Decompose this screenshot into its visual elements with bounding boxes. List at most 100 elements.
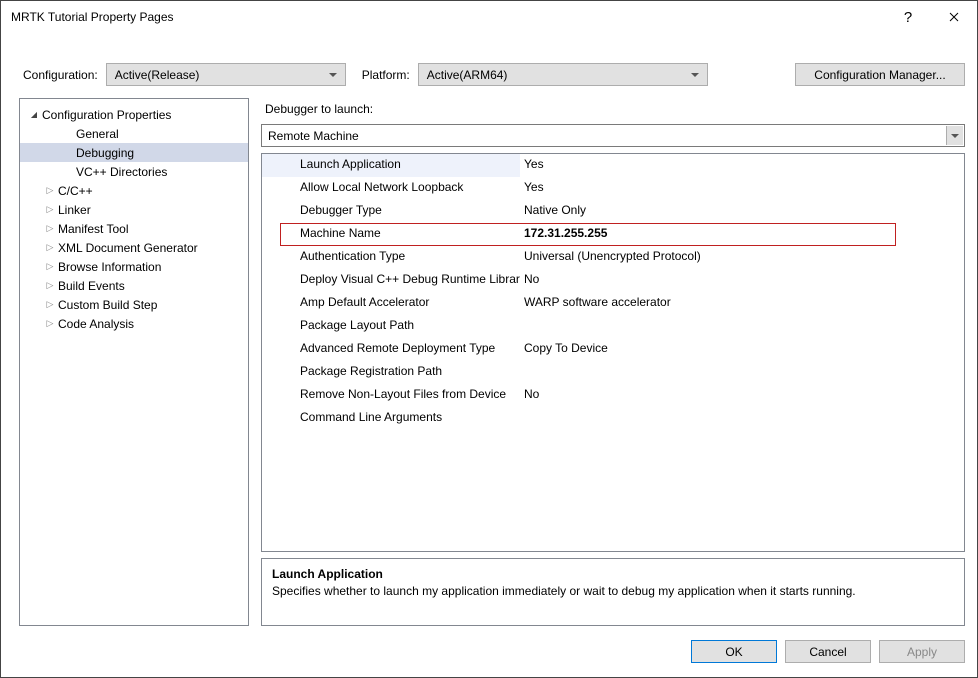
tree-item-label: Code Analysis — [58, 317, 134, 331]
property-row-command-line-arguments[interactable]: Command Line Arguments — [262, 407, 964, 430]
property-value[interactable]: Yes — [520, 154, 964, 177]
property-name: Amp Default Accelerator — [262, 292, 520, 315]
property-row-advanced-remote-deployment-type[interactable]: Advanced Remote Deployment TypeCopy To D… — [262, 338, 964, 361]
property-value[interactable] — [520, 361, 964, 384]
tree-item-label: Browse Information — [58, 260, 161, 274]
property-name: Advanced Remote Deployment Type — [262, 338, 520, 361]
cancel-button[interactable]: Cancel — [785, 640, 871, 663]
property-row-allow-local-network-loopback[interactable]: Allow Local Network LoopbackYes — [262, 177, 964, 200]
property-row-package-registration-path[interactable]: Package Registration Path — [262, 361, 964, 384]
expand-icon[interactable] — [28, 110, 40, 119]
help-icon: ? — [904, 9, 912, 26]
property-row-machine-name[interactable]: Machine Name172.31.255.255 — [262, 223, 964, 246]
dropdown-arrow-icon[interactable] — [946, 126, 963, 145]
tree-item-label: C/C++ — [58, 184, 93, 198]
help-button[interactable]: ? — [885, 1, 931, 33]
property-name: Machine Name — [262, 223, 520, 246]
main-area: Configuration Properties General Debuggin… — [1, 98, 977, 634]
configuration-manager-label: Configuration Manager... — [814, 68, 945, 82]
property-description: Launch Application Specifies whether to … — [261, 558, 965, 626]
configuration-manager-button[interactable]: Configuration Manager... — [795, 63, 965, 86]
property-value[interactable]: Native Only — [520, 200, 964, 223]
expand-icon[interactable] — [44, 299, 56, 310]
tree-item-debugging[interactable]: Debugging — [20, 143, 248, 162]
tree-item-c-c-[interactable]: C/C++ — [20, 181, 248, 200]
property-name: Debugger Type — [262, 200, 520, 223]
expand-icon[interactable] — [44, 280, 56, 291]
config-bar: Configuration: Active(Release) Platform:… — [1, 33, 977, 98]
ok-label: OK — [725, 645, 742, 659]
property-row-launch-application[interactable]: Launch ApplicationYes — [262, 154, 964, 177]
close-button[interactable] — [931, 1, 977, 33]
tree-item-browse-information[interactable]: Browse Information — [20, 257, 248, 276]
expand-icon[interactable] — [44, 185, 56, 196]
dialog-footer: OK Cancel Apply — [1, 634, 977, 677]
apply-button[interactable]: Apply — [879, 640, 965, 663]
debugger-to-launch-select[interactable]: Remote Machine — [261, 124, 965, 147]
expand-icon[interactable] — [44, 204, 56, 215]
tree-item-manifest-tool[interactable]: Manifest Tool — [20, 219, 248, 238]
property-name: Launch Application — [262, 154, 520, 177]
tree-item-custom-build-step[interactable]: Custom Build Step — [20, 295, 248, 314]
property-name: Command Line Arguments — [262, 407, 520, 430]
property-name: Remove Non-Layout Files from Device — [262, 384, 520, 407]
tree-root-label: Configuration Properties — [42, 108, 171, 122]
debugger-to-launch-value: Remote Machine — [268, 129, 359, 143]
tree-item-build-events[interactable]: Build Events — [20, 276, 248, 295]
configuration-value: Active(Release) — [115, 68, 200, 82]
expand-icon[interactable] — [44, 242, 56, 253]
tree-item-label: Custom Build Step — [58, 298, 157, 312]
ok-button[interactable]: OK — [691, 640, 777, 663]
platform-value: Active(ARM64) — [427, 68, 508, 82]
property-name: Deploy Visual C++ Debug Runtime Librarie… — [262, 269, 520, 292]
property-value[interactable]: No — [520, 384, 964, 407]
property-row-remove-non-layout-files-from-device[interactable]: Remove Non-Layout Files from DeviceNo — [262, 384, 964, 407]
property-row-amp-default-accelerator[interactable]: Amp Default AcceleratorWARP software acc… — [262, 292, 964, 315]
tree-item-label: Manifest Tool — [58, 222, 128, 236]
tree-item-xml-document-generator[interactable]: XML Document Generator — [20, 238, 248, 257]
cancel-label: Cancel — [809, 645, 846, 659]
property-value[interactable]: WARP software accelerator — [520, 292, 964, 315]
property-row-authentication-type[interactable]: Authentication TypeUniversal (Unencrypte… — [262, 246, 964, 269]
property-row-debugger-type[interactable]: Debugger TypeNative Only — [262, 200, 964, 223]
debugger-to-launch-label: Debugger to launch: — [261, 98, 965, 118]
configuration-select[interactable]: Active(Release) — [106, 63, 346, 86]
expand-icon[interactable] — [44, 223, 56, 234]
property-value[interactable] — [520, 407, 964, 430]
tree-root[interactable]: Configuration Properties — [20, 105, 248, 124]
property-tree[interactable]: Configuration Properties General Debuggin… — [19, 98, 249, 626]
tree-item-label: Build Events — [58, 279, 125, 293]
expand-icon[interactable] — [44, 318, 56, 329]
tree-item-linker[interactable]: Linker — [20, 200, 248, 219]
property-name: Authentication Type — [262, 246, 520, 269]
property-row-package-layout-path[interactable]: Package Layout Path — [262, 315, 964, 338]
property-value[interactable] — [520, 315, 964, 338]
property-value[interactable]: Universal (Unencrypted Protocol) — [520, 246, 964, 269]
property-name: Package Layout Path — [262, 315, 520, 338]
platform-select[interactable]: Active(ARM64) — [418, 63, 708, 86]
description-title: Launch Application — [272, 567, 954, 581]
property-value[interactable]: No — [520, 269, 964, 292]
property-value[interactable]: Copy To Device — [520, 338, 964, 361]
titlebar: MRTK Tutorial Property Pages ? — [1, 1, 977, 33]
tree-item-label: VC++ Directories — [76, 165, 167, 179]
configuration-label: Configuration: — [23, 68, 98, 82]
property-row-deploy-visual-c-debug-runtime-libraries[interactable]: Deploy Visual C++ Debug Runtime Librarie… — [262, 269, 964, 292]
property-grid[interactable]: Launch ApplicationYesAllow Local Network… — [261, 153, 965, 552]
tree-item-label: General — [76, 127, 119, 141]
apply-label: Apply — [907, 645, 937, 659]
right-pane: Debugger to launch: Remote Machine Launc… — [261, 98, 965, 626]
property-value[interactable]: Yes — [520, 177, 964, 200]
expand-icon[interactable] — [44, 261, 56, 272]
property-name: Package Registration Path — [262, 361, 520, 384]
tree-item-general[interactable]: General — [20, 124, 248, 143]
property-value[interactable]: 172.31.255.255 — [520, 223, 964, 246]
tree-item-label: XML Document Generator — [58, 241, 198, 255]
tree-item-label: Linker — [58, 203, 91, 217]
tree-item-vc-directories[interactable]: VC++ Directories — [20, 162, 248, 181]
tree-item-label: Debugging — [76, 146, 134, 160]
description-text: Specifies whether to launch my applicati… — [272, 583, 954, 600]
property-name: Allow Local Network Loopback — [262, 177, 520, 200]
tree-item-code-analysis[interactable]: Code Analysis — [20, 314, 248, 333]
window-title: MRTK Tutorial Property Pages — [11, 10, 885, 24]
